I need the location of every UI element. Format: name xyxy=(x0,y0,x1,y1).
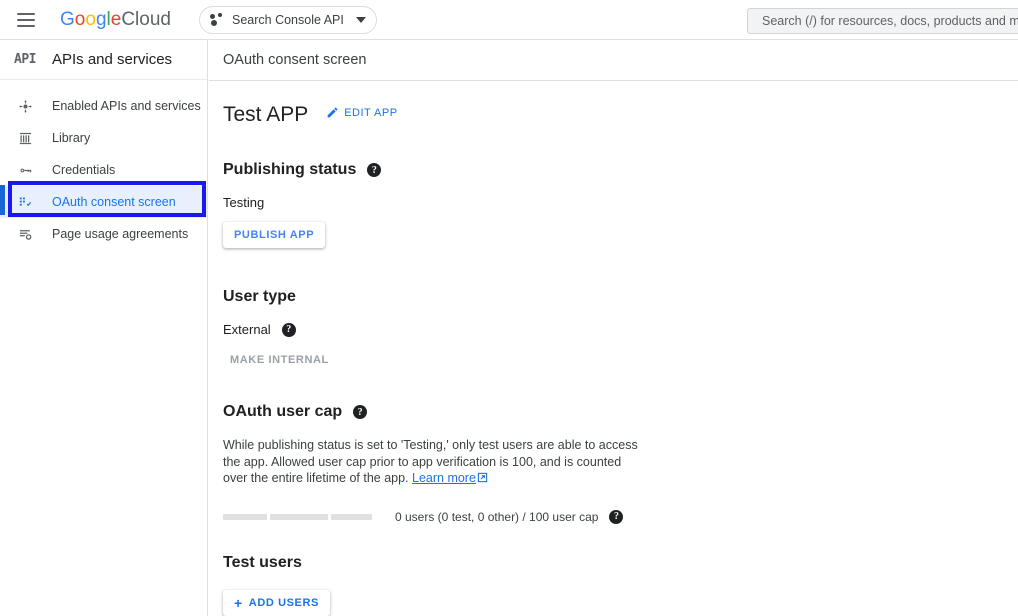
app-name: Test APP xyxy=(223,103,309,126)
hamburger-line xyxy=(17,12,35,15)
hamburger-line xyxy=(17,18,35,21)
logo-letter: g xyxy=(95,8,107,30)
oauth-user-cap-progress-row: 0 users (0 test, 0 other) / 100 user cap… xyxy=(223,509,1018,524)
sidebar-item-page-usage-agreements[interactable]: Page usage agreements xyxy=(0,218,207,250)
publish-app-button-wrap: PUBLISH APP xyxy=(223,222,1018,248)
project-dots-icon xyxy=(209,12,225,28)
page-title: OAuth consent screen xyxy=(223,52,367,68)
sidebar-item-oauth-consent-screen[interactable]: OAuth consent screen xyxy=(0,186,207,218)
hamburger-line xyxy=(17,24,35,27)
key-icon xyxy=(12,160,38,180)
user-type-heading: User type xyxy=(223,288,296,305)
make-internal-button-wrap: MAKE INTERNAL xyxy=(222,347,1018,373)
edit-app-label: EDIT APP xyxy=(344,106,398,119)
oauth-user-cap-heading: OAuth user cap xyxy=(223,403,343,420)
project-selector-label: Search Console API xyxy=(231,12,344,27)
help-icon[interactable]: ? xyxy=(367,163,382,177)
sidebar-item-enabled-apis[interactable]: Enabled APIs and services xyxy=(0,90,207,122)
oauth-user-cap-description: While publishing status is set to 'Testi… xyxy=(223,437,638,488)
help-icon[interactable]: ? xyxy=(281,322,296,337)
add-users-button-wrap: + ADD USERS xyxy=(223,589,1018,616)
enabled-apis-icon xyxy=(12,96,38,116)
test-users-header: Test users xyxy=(223,554,1018,572)
user-cap-progress-bar xyxy=(223,513,372,520)
google-cloud-logo[interactable]: GoogleCloud xyxy=(60,9,171,31)
library-icon xyxy=(12,128,38,148)
make-internal-button[interactable]: MAKE INTERNAL xyxy=(222,347,337,373)
oauth-user-cap-header: OAuth user cap ? xyxy=(223,403,1018,421)
logo-letter: o xyxy=(74,8,86,30)
publish-app-button[interactable]: PUBLISH APP xyxy=(223,222,326,248)
logo-letter: o xyxy=(85,8,96,30)
sidebar-item-credentials[interactable]: Credentials xyxy=(0,154,207,186)
pencil-icon xyxy=(326,106,339,119)
page-header: OAuth consent screen xyxy=(209,40,1018,81)
user-type-value-row: External ? xyxy=(223,322,1018,337)
sidebar-nav: Enabled APIs and services Library Creden… xyxy=(0,80,207,250)
sidebar-item-label: Credentials xyxy=(52,163,116,177)
sidebar-title: APIs and services xyxy=(52,51,173,68)
app-title-row: Test APP EDIT APP xyxy=(223,103,1018,127)
sidebar-item-label: Page usage agreements xyxy=(52,227,189,241)
sidebar-item-label: OAuth consent screen xyxy=(52,195,176,209)
external-link-icon xyxy=(477,471,488,488)
project-selector[interactable]: Search Console API xyxy=(198,5,377,34)
top-app-bar: GoogleCloud Search Console API Search (/… xyxy=(0,0,1018,40)
publishing-status-value: Testing xyxy=(223,195,265,210)
add-users-label: ADD USERS xyxy=(248,596,319,609)
page-usage-icon xyxy=(12,224,38,244)
search-input[interactable]: Search (/) for resources, docs, products… xyxy=(747,8,1018,34)
progress-segment xyxy=(270,513,328,520)
chevron-down-icon xyxy=(355,16,366,23)
progress-segment xyxy=(223,513,267,520)
search-placeholder: Search (/) for resources, docs, products… xyxy=(762,14,1018,28)
logo-letter: G xyxy=(60,8,75,30)
hamburger-menu-icon[interactable] xyxy=(14,8,38,32)
progress-segment xyxy=(331,513,372,520)
logo-cloud-word: Cloud xyxy=(121,8,171,30)
oauth-consent-icon xyxy=(12,192,38,212)
user-type-header: User type xyxy=(223,288,1018,306)
publishing-status-header: Publishing status ? xyxy=(223,161,1018,179)
publishing-status-heading: Publishing status xyxy=(223,161,357,178)
page-body: Test APP EDIT APP Publishing status ? Te… xyxy=(209,81,1018,616)
sidebar-item-label: Library xyxy=(52,131,91,145)
user-type-value: External xyxy=(223,322,271,337)
main-content: OAuth consent screen Test APP EDIT APP P… xyxy=(209,40,1018,616)
edit-app-button[interactable]: EDIT APP xyxy=(326,106,397,119)
plus-icon: + xyxy=(234,594,243,611)
api-logo-icon: API xyxy=(14,52,36,67)
sidebar-item-library[interactable]: Library xyxy=(0,122,207,154)
help-icon[interactable]: ? xyxy=(353,405,368,419)
logo-letter: e xyxy=(110,8,122,30)
sidebar-item-label: Enabled APIs and services xyxy=(52,99,201,113)
active-item-edge-indicator xyxy=(0,185,5,215)
sidebar-header: API APIs and services xyxy=(0,40,207,80)
learn-more-link[interactable]: Learn more xyxy=(412,471,476,485)
add-users-button[interactable]: + ADD USERS xyxy=(223,589,330,616)
global-search[interactable]: Search (/) for resources, docs, products… xyxy=(747,8,1018,34)
test-users-heading: Test users xyxy=(223,553,302,571)
user-cap-text: 0 users (0 test, 0 other) / 100 user cap xyxy=(395,509,599,524)
help-icon[interactable]: ? xyxy=(609,509,624,524)
sidebar: API APIs and services Enabled APIs and s… xyxy=(0,40,208,616)
